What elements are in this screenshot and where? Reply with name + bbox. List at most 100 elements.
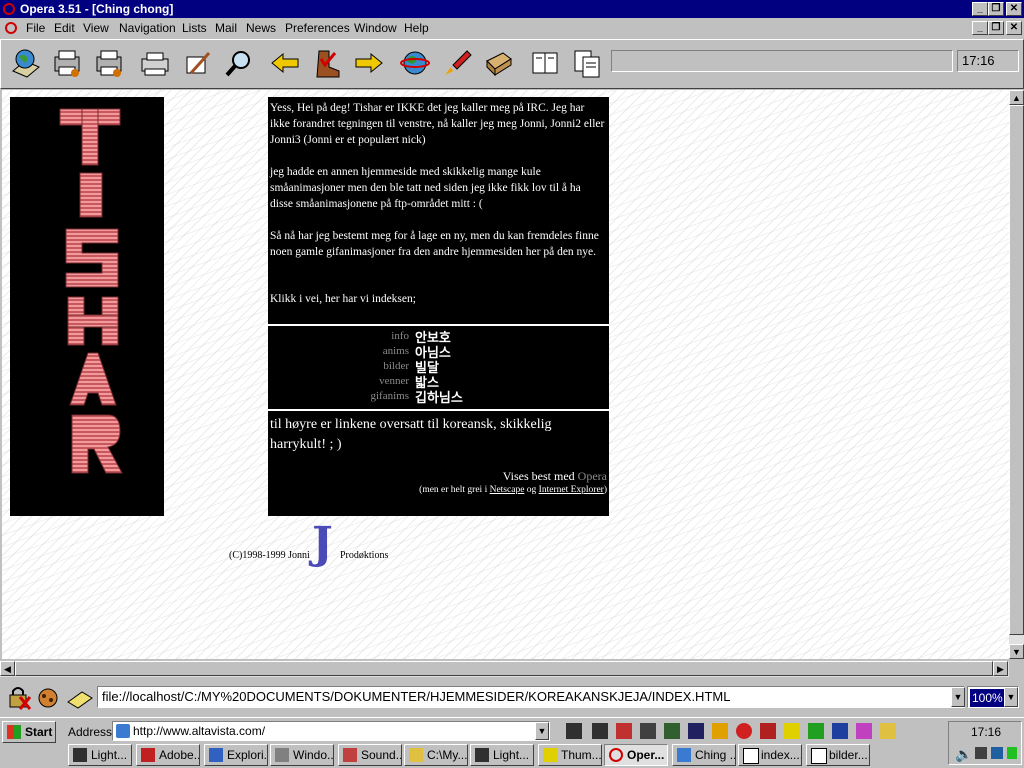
menu-help[interactable]: Help: [404, 21, 429, 35]
rocket-icon[interactable]: [439, 45, 475, 81]
task-button[interactable]: Thum...: [538, 744, 602, 766]
divider: [268, 324, 609, 326]
task-button[interactable]: Light...: [68, 744, 132, 766]
restore-button[interactable]: ❐: [988, 2, 1004, 16]
menu-preferences[interactable]: Preferences: [285, 21, 350, 35]
task-button-active[interactable]: Oper...: [604, 744, 668, 766]
bookmark-icon[interactable]: [66, 686, 94, 710]
quicklaunch-11-icon[interactable]: [808, 723, 824, 739]
globe-home-icon[interactable]: [7, 45, 43, 81]
quicklaunch-10-icon[interactable]: [784, 723, 800, 739]
security-lock-icon[interactable]: [6, 685, 32, 711]
scrollbar-thumb[interactable]: [1009, 105, 1024, 635]
nav-link-info[interactable]: info: [391, 330, 409, 342]
start-button[interactable]: Start: [2, 721, 56, 743]
world-icon[interactable]: [397, 45, 433, 81]
pages-icon[interactable]: [569, 45, 605, 81]
taskbar-address-dropdown-icon[interactable]: ▼: [535, 722, 549, 740]
task-label: Thum...: [561, 748, 602, 762]
task-button[interactable]: Sound...: [338, 744, 402, 766]
volume-icon[interactable]: 🔈: [955, 746, 972, 763]
menu-file[interactable]: File: [26, 21, 45, 35]
task-app-icon: [677, 748, 691, 762]
best-viewed-label: Vises best med: [502, 469, 575, 483]
hscrollbar-thumb[interactable]: [15, 661, 993, 676]
menu-mail[interactable]: Mail: [215, 21, 237, 35]
menu-navigation[interactable]: Navigation: [119, 21, 176, 35]
task-button[interactable]: Explori...: [204, 744, 268, 766]
nav-link-venner[interactable]: venner: [379, 375, 409, 387]
printer-icon[interactable]: [137, 45, 173, 81]
url-input[interactable]: file://localhost/C:/MY%20DOCUMENTS/DOKUM…: [97, 686, 965, 708]
quicklaunch-8-icon[interactable]: [736, 723, 752, 739]
taskbar-address-input[interactable]: http://www.altavista.com/ ▼: [112, 721, 550, 741]
url-dropdown-icon[interactable]: ▼: [951, 687, 965, 707]
vertical-scrollbar[interactable]: ▲ ▼: [1009, 90, 1024, 659]
task-button[interactable]: Light...: [470, 744, 534, 766]
task-label: Sound...: [361, 748, 402, 762]
quicklaunch-1-icon[interactable]: [566, 723, 582, 739]
forward-arrow-icon[interactable]: [351, 45, 387, 81]
scroll-up-icon[interactable]: ▲: [1009, 90, 1024, 105]
quicklaunch-4-icon[interactable]: [640, 723, 656, 739]
compose-icon[interactable]: [179, 45, 215, 81]
print-icon[interactable]: [49, 45, 85, 81]
quicklaunch-9-icon[interactable]: [760, 723, 776, 739]
task-button[interactable]: bilder....: [806, 744, 870, 766]
doc-restore-button[interactable]: ❐: [988, 21, 1004, 35]
task-app-icon: [209, 748, 223, 762]
search-icon[interactable]: [221, 45, 257, 81]
menu-edit[interactable]: Edit: [54, 21, 75, 35]
nav-link-gifanims[interactable]: gifanims: [371, 390, 410, 402]
nav-link-gifanims-korean[interactable]: 깁하님스: [415, 387, 463, 406]
quicklaunch-5-icon[interactable]: [664, 723, 680, 739]
menu-view[interactable]: View: [83, 21, 109, 35]
boot-icon[interactable]: [309, 45, 345, 81]
menu-lists[interactable]: Lists: [182, 21, 207, 35]
hotlist-icon[interactable]: [481, 45, 517, 81]
print-preview-icon[interactable]: [91, 45, 127, 81]
doc-minimize-button[interactable]: _: [972, 21, 988, 35]
quicklaunch-3-icon[interactable]: [616, 723, 632, 739]
doc-close-button[interactable]: ✕: [1006, 21, 1022, 35]
task-button[interactable]: Ching ...: [672, 744, 736, 766]
book-icon[interactable]: [527, 45, 563, 81]
quicklaunch-13-icon[interactable]: [856, 723, 872, 739]
ie-link[interactable]: Internet Explorer: [539, 485, 604, 495]
opera-link[interactable]: Opera: [578, 469, 607, 483]
zoom-dropdown-icon[interactable]: ▼: [1004, 687, 1018, 707]
opera-menu-icon[interactable]: [5, 22, 17, 34]
close-button[interactable]: ✕: [1006, 2, 1022, 16]
quicklaunch-2-icon[interactable]: [592, 723, 608, 739]
progress-bar: [611, 50, 953, 72]
zoom-select[interactable]: 100% ▼: [967, 686, 1019, 708]
scroll-right-icon[interactable]: ▶: [993, 661, 1008, 676]
cookie-icon[interactable]: [34, 684, 62, 712]
task-button[interactable]: Adobe...: [136, 744, 200, 766]
tray-clock[interactable]: 17:16: [971, 725, 1001, 739]
menu-news[interactable]: News: [246, 21, 276, 35]
divider: [268, 409, 609, 411]
network-icon[interactable]: [991, 747, 1003, 759]
tray-app-1-icon[interactable]: [975, 747, 987, 759]
nav-link-anims[interactable]: anims: [383, 345, 409, 357]
scroll-left-icon[interactable]: ◀: [0, 661, 15, 676]
quicklaunch-14-icon[interactable]: [880, 723, 896, 739]
task-button[interactable]: C:\My...: [404, 744, 468, 766]
nav-link-bilder[interactable]: bilder: [383, 360, 409, 372]
horizontal-scrollbar[interactable]: ◀ ▶: [0, 661, 1009, 677]
minimize-button[interactable]: _: [972, 2, 988, 16]
netscape-link[interactable]: Netscape: [490, 485, 525, 495]
task-button[interactable]: Windo...: [270, 744, 334, 766]
tray-app-2-icon[interactable]: [1007, 747, 1017, 759]
task-button[interactable]: index....: [738, 744, 802, 766]
zoom-value: 100%: [970, 689, 1005, 707]
opera-app-icon[interactable]: [3, 3, 15, 15]
scroll-down-icon[interactable]: ▼: [1009, 644, 1024, 659]
back-arrow-icon[interactable]: [267, 45, 303, 81]
menu-window[interactable]: Window: [354, 21, 397, 35]
quicklaunch-6-icon[interactable]: [688, 723, 704, 739]
quicklaunch-12-icon[interactable]: [832, 723, 848, 739]
jonni-j-logo: J: [312, 518, 333, 569]
quicklaunch-7-icon[interactable]: [712, 723, 728, 739]
